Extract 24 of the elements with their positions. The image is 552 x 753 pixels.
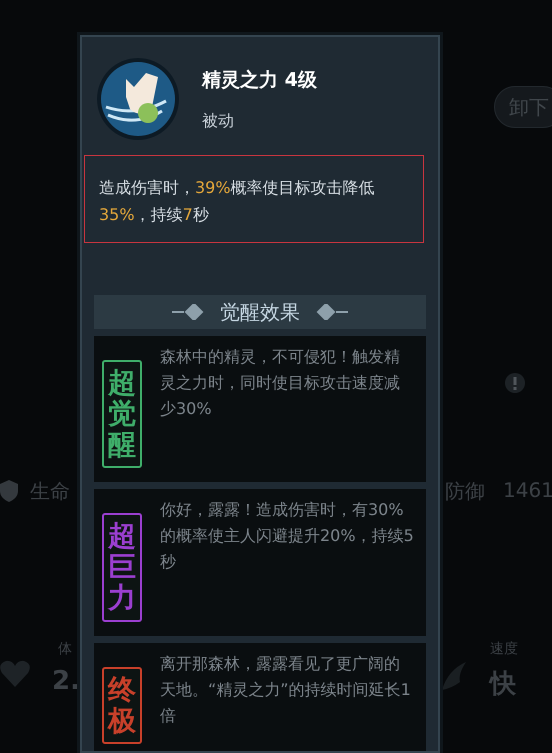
stat-label: 防御 — [445, 478, 485, 505]
stat-value: 1461 — [503, 478, 552, 502]
awakening-badge: 超觉醒 — [102, 360, 142, 468]
effect-description: 离开那森林，露露看见了更广阔的天地。“精灵之力”的持续时间延长1倍 — [160, 652, 412, 727]
section-title: 觉醒效果 — [220, 298, 300, 326]
diamond-ornament-icon — [314, 304, 348, 320]
awakening-badge: 超巨力 — [102, 513, 142, 622]
effect-description: 你好，露露！造成伤害时，有30%的概率使主人闪避提升20%，持续5秒 — [160, 499, 414, 574]
awakening-badge: 终极 — [102, 666, 142, 744]
stat-label: 生命 — [30, 478, 70, 505]
skill-description: 造成伤害时，39%概率使目标攻击降低35%，持续7秒 — [84, 155, 424, 243]
effect-description: 森林中的精灵，不可侵犯！触发精灵之力时，同时使目标攻击速度减少30% — [160, 346, 401, 420]
stat-label: 体 — [58, 640, 72, 658]
stat-value: 快 — [490, 668, 516, 701]
skill-type: 被动 — [202, 110, 235, 132]
stat-value: 2. — [52, 666, 80, 696]
stat-label: 速度 — [490, 640, 518, 658]
wing-icon — [442, 662, 468, 692]
shield-icon — [0, 480, 18, 502]
skill-icon — [96, 57, 180, 141]
exclamation-icon — [505, 373, 525, 393]
skill-name: 精灵之力 4级 — [202, 68, 317, 92]
diamond-ornament-icon — [172, 304, 206, 320]
heart-icon — [0, 660, 30, 688]
